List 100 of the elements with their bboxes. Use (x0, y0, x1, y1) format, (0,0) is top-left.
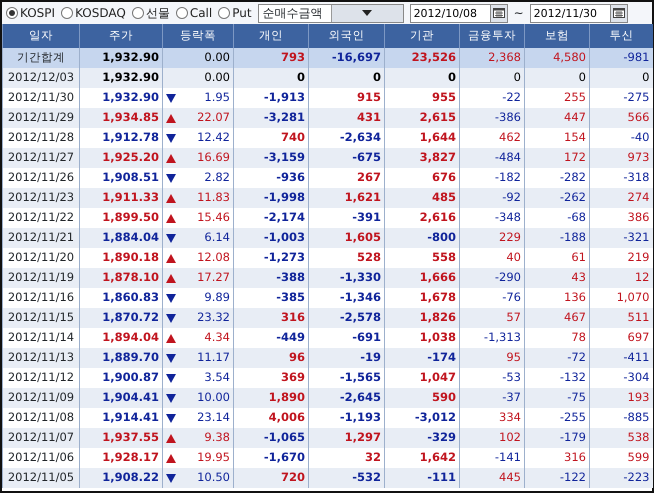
value-cell: -1,670 (234, 448, 308, 468)
value-cell: -386 (460, 108, 524, 128)
change-value: 23.32 (197, 309, 230, 326)
value-cell: 316 (234, 308, 308, 328)
column-header[interactable]: 투신 (590, 24, 652, 48)
value-cell: -92 (460, 188, 524, 208)
value-cell: 95 (460, 348, 524, 368)
value-cell: 2,615 (384, 108, 460, 128)
value-cell: 955 (384, 88, 460, 108)
date-cell: 2012/11/29 (2, 108, 80, 128)
value-cell: -282 (524, 168, 590, 188)
value-cell: 485 (384, 188, 460, 208)
value-cell: -321 (590, 228, 652, 248)
value-cell: -122 (524, 468, 590, 488)
date-cell: 2012/11/26 (2, 168, 80, 188)
value-cell: -3,012 (384, 408, 460, 428)
value-cell: -68 (524, 208, 590, 228)
value-cell: -675 (308, 148, 384, 168)
down-triangle-icon (166, 374, 176, 382)
value-cell: -3,159 (234, 148, 308, 168)
value-cell: 316 (524, 448, 590, 468)
value-cell: 720 (234, 468, 308, 488)
up-triangle-icon (166, 454, 176, 462)
change-value: 9.89 (204, 289, 230, 306)
price-cell: 1,932.90 (80, 48, 162, 68)
radio-option[interactable]: KOSPI (6, 4, 56, 22)
value-cell: 1,678 (384, 288, 460, 308)
value-cell: -1,003 (234, 228, 308, 248)
up-triangle-icon (166, 254, 176, 262)
value-cell: 136 (524, 288, 590, 308)
value-cell: 4,006 (234, 408, 308, 428)
date-cell: 2012/11/21 (2, 228, 80, 248)
price-cell: 1,904.41 (80, 388, 162, 408)
radio-option[interactable]: Call (176, 4, 212, 22)
price-cell: 1,908.22 (80, 468, 162, 488)
column-header[interactable]: 주가 (80, 24, 162, 48)
up-triangle-icon (166, 334, 176, 342)
value-cell: -3,281 (234, 108, 308, 128)
value-cell: 528 (308, 248, 384, 268)
date-cell: 2012/11/15 (2, 308, 80, 328)
value-cell: 1,605 (308, 228, 384, 248)
value-cell: -275 (590, 88, 652, 108)
value-cell: -1,565 (308, 368, 384, 388)
value-cell: -411 (590, 348, 652, 368)
value-cell: -691 (308, 328, 384, 348)
down-triangle-icon (166, 354, 176, 362)
column-header[interactable]: 개인 (234, 24, 308, 48)
value-cell: -318 (590, 168, 652, 188)
value-cell: -2,645 (308, 388, 384, 408)
change-value: 3.54 (204, 369, 230, 386)
column-header[interactable]: 기관 (384, 24, 460, 48)
value-cell: 558 (384, 248, 460, 268)
value-cell: -76 (460, 288, 524, 308)
value-cell: -16,697 (308, 48, 384, 68)
value-cell: 590 (384, 388, 460, 408)
column-header[interactable]: 보험 (524, 24, 590, 48)
change-value: 17.27 (197, 269, 230, 286)
radio-option[interactable]: KOSDAQ (61, 4, 126, 22)
amount-type-dropdown[interactable]: 순매수금액 (258, 4, 404, 22)
value-cell: 1,890 (234, 388, 308, 408)
price-cell: 1,928.17 (80, 448, 162, 468)
value-cell: 566 (590, 108, 652, 128)
up-triangle-icon (166, 214, 176, 222)
value-cell: -19 (308, 348, 384, 368)
column-header[interactable]: 등락폭 (162, 24, 234, 48)
price-cell: 1,914.41 (80, 408, 162, 428)
calendar-icon[interactable] (610, 4, 628, 22)
value-cell: 219 (590, 248, 652, 268)
date-cell: 2012/11/12 (2, 368, 80, 388)
value-cell: 255 (524, 88, 590, 108)
change-value: 12.42 (197, 129, 230, 146)
value-cell: -2,634 (308, 128, 384, 148)
up-triangle-icon (166, 434, 176, 442)
radio-option[interactable]: Put (218, 4, 252, 22)
calendar-icon[interactable] (490, 4, 508, 22)
value-cell: 193 (590, 388, 652, 408)
date-cell: 2012/11/22 (2, 208, 80, 228)
radio-option[interactable]: 선물 (132, 4, 170, 22)
column-header[interactable]: 외국인 (308, 24, 384, 48)
range-separator: ~ (514, 5, 524, 22)
column-header[interactable]: 일자 (2, 24, 80, 48)
value-cell: -532 (308, 468, 384, 488)
value-cell: 172 (524, 148, 590, 168)
value-cell: 431 (308, 108, 384, 128)
value-cell: 0 (234, 68, 308, 88)
value-cell: -1,065 (234, 428, 308, 448)
value-cell: 0 (590, 68, 652, 88)
value-cell: 445 (460, 468, 524, 488)
date-field[interactable]: 2012/11/30 (530, 4, 610, 22)
value-cell: -936 (234, 168, 308, 188)
column-header[interactable]: 금융투자 (460, 24, 524, 48)
value-cell: 2,368 (460, 48, 524, 68)
value-cell: 1,297 (308, 428, 384, 448)
value-cell: 697 (590, 328, 652, 348)
value-cell: -981 (590, 48, 652, 68)
down-triangle-icon (166, 94, 176, 102)
value-cell: -37 (460, 388, 524, 408)
date-field[interactable]: 2012/10/08 (410, 4, 490, 22)
value-cell: -262 (524, 188, 590, 208)
value-cell: 386 (590, 208, 652, 228)
